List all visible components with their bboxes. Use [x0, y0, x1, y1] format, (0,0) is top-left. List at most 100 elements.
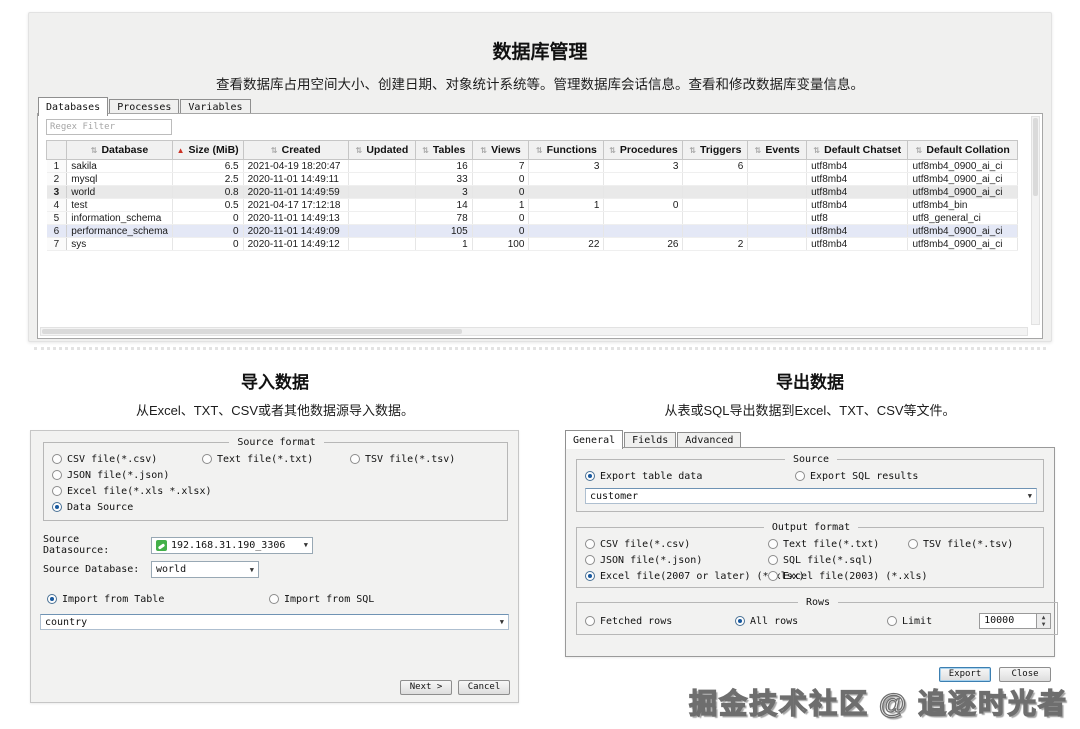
cancel-button[interactable]: Cancel [458, 680, 510, 695]
column-header-created[interactable]: ⇅Created [243, 141, 348, 160]
radio-excel-file-2007-or-later-xlsx[interactable]: Excel file(2007 or later) (*.xlsx) [585, 571, 768, 582]
radio-tsv-file-tsv[interactable]: TSV file(*.tsv) [350, 454, 501, 465]
table-cell [349, 173, 416, 186]
radio-data-source[interactable]: Data Source [52, 502, 202, 513]
vertical-scrollbar[interactable] [1031, 116, 1040, 325]
radio-text-file-txt[interactable]: Text file(*.txt) [202, 454, 350, 465]
limit-input[interactable]: 10000 [979, 613, 1037, 629]
table-cell: 2020-11-01 14:49:12 [243, 238, 348, 251]
table-cell: 2021-04-17 17:12:18 [243, 199, 348, 212]
row-number: 4 [47, 199, 67, 212]
scrollbar-thumb[interactable] [42, 329, 462, 334]
radio-fetched-rows[interactable]: Fetched rows [585, 616, 735, 627]
datasource-icon [156, 540, 167, 551]
chevron-down-icon: ▼ [304, 541, 308, 549]
table-cell [748, 212, 807, 225]
radio-icon [350, 454, 360, 464]
radio-excel-file-2003-xls[interactable]: Excel file(2003) (*.xls) [768, 571, 908, 582]
table-row-performance-schema[interactable]: 6performance_schema02020-11-01 14:49:091… [47, 225, 1018, 238]
table-cell: sys [67, 238, 172, 251]
column-header-functions[interactable]: ⇅Functions [529, 141, 604, 160]
export-table-select[interactable]: customer ▼ [585, 488, 1037, 504]
database-select[interactable]: world ▼ [151, 561, 259, 578]
radio-tsv-file-tsv[interactable]: TSV file(*.tsv) [908, 539, 1037, 550]
radio-text-file-txt[interactable]: Text file(*.txt) [768, 539, 908, 550]
export-source-group: Source Export table dataExport SQL resul… [576, 454, 1044, 512]
table-value: country [45, 617, 87, 628]
table-cell [349, 212, 416, 225]
table-cell: 2 [683, 238, 748, 251]
table-cell: 0 [472, 212, 529, 225]
radio-json-file-json[interactable]: JSON file(*.json) [52, 470, 202, 481]
tab-general[interactable]: General [565, 430, 623, 449]
column-header-default-collation[interactable]: ⇅Default Collation [908, 141, 1018, 160]
radio-csv-file-csv[interactable]: CSV file(*.csv) [585, 539, 768, 550]
table-cell: 0 [472, 186, 529, 199]
close-button[interactable]: Close [999, 667, 1051, 682]
column-header-size-mib[interactable]: ▲Size (MiB) [172, 141, 243, 160]
table-cell: 0.8 [172, 186, 243, 199]
separator [34, 347, 1046, 350]
radio-label: Excel file(*.xls *.xlsx) [67, 486, 212, 497]
sort-icon: ⇅ [480, 146, 487, 155]
table-cell [748, 225, 807, 238]
radio-import-from-sql[interactable]: Import from SQL [269, 594, 518, 605]
column-header-events[interactable]: ⇅Events [748, 141, 807, 160]
column-header-default-chatset[interactable]: ⇅Default Chatset [807, 141, 908, 160]
column-header-triggers[interactable]: ⇅Triggers [683, 141, 748, 160]
column-header-views[interactable]: ⇅Views [472, 141, 529, 160]
table-cell: 100 [472, 238, 529, 251]
table-row-sakila[interactable]: 1sakila6.52021-04-19 18:20:47167336utf8m… [47, 160, 1018, 173]
datasource-select[interactable]: 192.168.31.190_3306 ▼ [151, 537, 313, 554]
spin-down-icon[interactable]: ▼ [1037, 621, 1050, 628]
regex-filter-input[interactable] [46, 119, 172, 135]
spin-up-icon[interactable]: ▲ [1037, 614, 1050, 621]
limit-spinbox[interactable]: 10000▲▼ [979, 613, 1051, 629]
radio-label: Export table data [600, 471, 702, 482]
radio-export-sql-results[interactable]: Export SQL results [795, 471, 1037, 482]
radio-sql-file-sql[interactable]: SQL file(*.sql) [768, 555, 908, 566]
scrollbar-thumb[interactable] [1033, 118, 1038, 196]
column-label: Created [282, 144, 321, 156]
sort-icon: ⇅ [916, 146, 923, 155]
column-header-procedures[interactable]: ⇅Procedures [604, 141, 683, 160]
radio-csv-file-csv[interactable]: CSV file(*.csv) [52, 454, 202, 465]
tab-databases[interactable]: Databases [38, 97, 108, 116]
radio-icon [202, 454, 212, 464]
table-cell: utf8mb4 [807, 199, 908, 212]
column-header-updated[interactable]: ⇅Updated [349, 141, 416, 160]
output-format-legend: Output format [764, 522, 858, 533]
column-label: Default Collation [926, 144, 1009, 156]
table-cell: 1 [529, 199, 604, 212]
radio-label: CSV file(*.csv) [600, 539, 690, 550]
radio-limit[interactable]: Limit10000▲▼ [887, 613, 1051, 629]
export-button[interactable]: Export [939, 667, 991, 682]
radio-icon [52, 486, 62, 496]
table-cell: utf8mb4 [807, 225, 908, 238]
table-cell: utf8mb4_0900_ai_ci [908, 238, 1018, 251]
table-select[interactable]: country ▼ [40, 614, 509, 630]
column-header-database[interactable]: ⇅Database [67, 141, 172, 160]
horizontal-scrollbar[interactable] [40, 327, 1028, 336]
table-row-sys[interactable]: 7sys02020-11-01 14:49:12110022262utf8mb4… [47, 238, 1018, 251]
radio-icon [269, 594, 279, 604]
radio-label: Text file(*.txt) [783, 539, 879, 550]
table-cell: 0 [604, 199, 683, 212]
next-button[interactable]: Next > [400, 680, 452, 695]
table-row-mysql[interactable]: 2mysql2.52020-11-01 14:49:11330utf8mb4ut… [47, 173, 1018, 186]
radio-import-from-table[interactable]: Import from Table [47, 594, 269, 605]
radio-all-rows[interactable]: All rows [735, 616, 887, 627]
table-cell [349, 160, 416, 173]
radio-json-file-json[interactable]: JSON file(*.json) [585, 555, 768, 566]
radio-export-table-data[interactable]: Export table data [585, 471, 795, 482]
column-header-tables[interactable]: ⇅Tables [415, 141, 472, 160]
row-number: 1 [47, 160, 67, 173]
import-title: 导入数据 [30, 368, 520, 393]
table-row-world[interactable]: 3world0.82020-11-01 14:49:5930utf8mb4utf… [47, 186, 1018, 199]
table-row-test[interactable]: 4test0.52021-04-17 17:12:1814110utf8mb4u… [47, 199, 1018, 212]
column-label: Database [101, 144, 148, 156]
radio-excel-file-xls-xlsx[interactable]: Excel file(*.xls *.xlsx) [52, 486, 202, 497]
table-row-information-schema[interactable]: 5information_schema02020-11-01 14:49:137… [47, 212, 1018, 225]
table-cell: mysql [67, 173, 172, 186]
table-cell: 3 [604, 160, 683, 173]
